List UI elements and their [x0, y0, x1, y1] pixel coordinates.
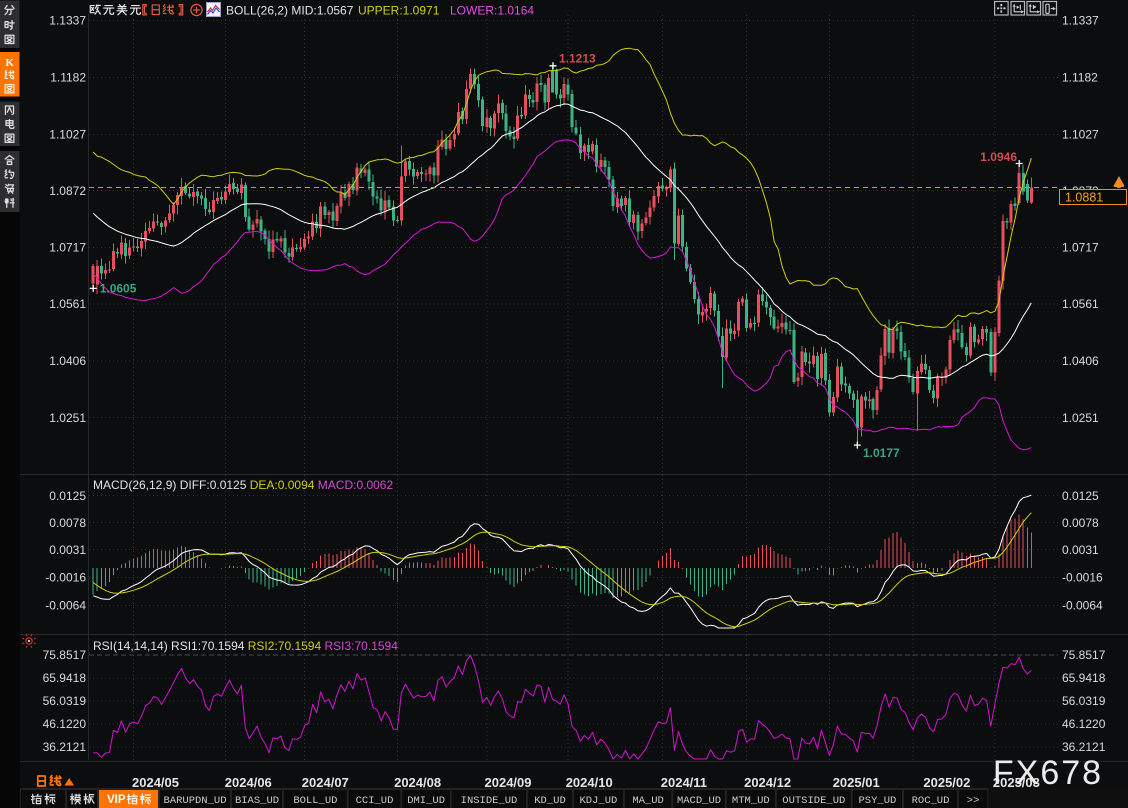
svg-text:1.1027: 1.1027 [49, 128, 86, 142]
svg-text:1.0251: 1.0251 [1062, 411, 1099, 425]
svg-text:INSIDE_UD: INSIDE_UD [461, 795, 518, 807]
svg-text:2024/09: 2024/09 [485, 775, 532, 790]
svg-text:2025/01: 2025/01 [833, 775, 880, 790]
svg-text:MACD_UD: MACD_UD [677, 795, 721, 807]
svg-text:CCI_UD: CCI_UD [356, 795, 394, 807]
svg-text:2024/06: 2024/06 [225, 775, 272, 790]
svg-text:PSY_UD: PSY_UD [858, 795, 896, 807]
svg-text:2024/11: 2024/11 [661, 775, 707, 790]
svg-text:0.0078: 0.0078 [49, 516, 86, 530]
svg-text:BOLL_UD: BOLL_UD [293, 795, 337, 807]
svg-text:ROC_UD: ROC_UD [912, 795, 950, 807]
svg-text:BARUPDN_UD: BARUPDN_UD [163, 795, 226, 807]
svg-text:OUTSIDE_UD: OUTSIDE_UD [782, 795, 845, 807]
svg-text:DMI_UD: DMI_UD [407, 795, 445, 807]
svg-text:56.0319: 56.0319 [43, 694, 87, 708]
svg-text:1.1182: 1.1182 [50, 71, 86, 85]
svg-text:-0.0064: -0.0064 [45, 599, 86, 613]
svg-text:MA_UD: MA_UD [632, 795, 664, 807]
svg-text:75.8517: 75.8517 [1062, 648, 1106, 662]
svg-text:FX678: FX678 [993, 754, 1103, 792]
svg-text:46.1220: 46.1220 [43, 717, 87, 731]
svg-text:1.0561: 1.0561 [1062, 297, 1099, 311]
svg-text:46.1220: 46.1220 [1062, 717, 1106, 731]
svg-text:1.0251: 1.0251 [49, 411, 86, 425]
svg-text:1.0946: 1.0946 [980, 150, 1017, 164]
svg-text:1.1337: 1.1337 [1062, 14, 1099, 28]
svg-text:1.0177: 1.0177 [863, 446, 900, 460]
svg-text:1.1337: 1.1337 [49, 14, 86, 28]
svg-text:1.1213: 1.1213 [559, 52, 596, 66]
svg-text:BOLL(26,2) MID:1.0567UPPER:1.0: BOLL(26,2) MID:1.0567UPPER:1.0971LOWER:1… [226, 4, 534, 18]
svg-text:36.2121: 36.2121 [1062, 740, 1106, 754]
svg-text:-0.0064: -0.0064 [1062, 599, 1103, 613]
svg-text:2024/10: 2024/10 [566, 775, 613, 790]
svg-text:KD_UD: KD_UD [534, 795, 566, 807]
svg-text:56.0319: 56.0319 [1062, 694, 1106, 708]
svg-text:1.1027: 1.1027 [1062, 128, 1099, 142]
svg-text:MACD(26,12,9) DIFF:0.0125 DEA:: MACD(26,12,9) DIFF:0.0125 DEA:0.0094 MAC… [93, 478, 393, 492]
svg-text:2024/07: 2024/07 [302, 775, 349, 790]
svg-text:-0.0016: -0.0016 [1062, 571, 1103, 585]
svg-text:1.0406: 1.0406 [1062, 354, 1099, 368]
svg-text:0.0078: 0.0078 [1062, 516, 1099, 530]
svg-text:0.0031: 0.0031 [49, 543, 86, 557]
svg-text:>>: >> [967, 795, 980, 807]
svg-text:75.8517: 75.8517 [43, 648, 87, 662]
svg-text:2025/02: 2025/02 [923, 775, 970, 790]
svg-text:65.9418: 65.9418 [1062, 671, 1106, 685]
svg-text:-0.0016: -0.0016 [45, 571, 86, 585]
svg-text:2024/05: 2024/05 [132, 775, 179, 790]
svg-text:1.0881: 1.0881 [1065, 191, 1103, 205]
svg-text:1.0717: 1.0717 [1062, 241, 1099, 255]
svg-text:K: K [5, 57, 14, 69]
svg-text:1.0406: 1.0406 [49, 354, 86, 368]
svg-text:0.0125: 0.0125 [1062, 489, 1099, 503]
svg-text:KDJ_UD: KDJ_UD [579, 795, 617, 807]
svg-text:65.9418: 65.9418 [43, 671, 87, 685]
svg-text:VIP: VIP [107, 794, 126, 806]
svg-text:0.0125: 0.0125 [49, 489, 86, 503]
svg-text:1.1182: 1.1182 [1062, 71, 1098, 85]
svg-text:36.2121: 36.2121 [43, 740, 87, 754]
svg-text:1.0561: 1.0561 [49, 297, 86, 311]
svg-text:0.0031: 0.0031 [1062, 543, 1099, 557]
svg-text:1.0872: 1.0872 [49, 184, 86, 198]
svg-text:BIAS_UD: BIAS_UD [235, 795, 279, 807]
svg-text:RSI(14,14,14) RSI1:70.1594 RSI: RSI(14,14,14) RSI1:70.1594 RSI2:70.1594 … [93, 639, 398, 653]
svg-text:1.0605: 1.0605 [100, 281, 137, 295]
svg-text:2024/12: 2024/12 [744, 775, 791, 790]
svg-text:MTM_UD: MTM_UD [732, 795, 770, 807]
svg-text:1.0717: 1.0717 [49, 241, 86, 255]
svg-text:2024/08: 2024/08 [394, 775, 441, 790]
